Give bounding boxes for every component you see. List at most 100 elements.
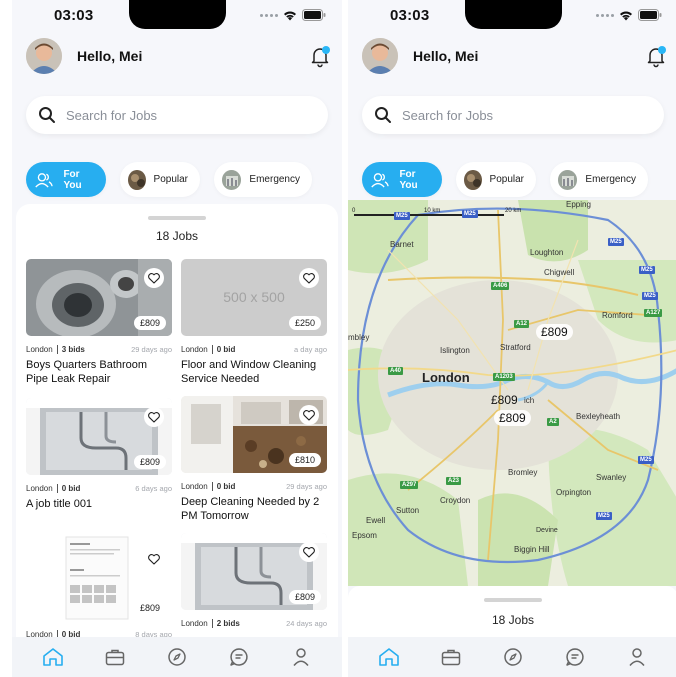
- favorite-heart-icon[interactable]: [299, 542, 319, 562]
- job-location: London: [26, 345, 53, 354]
- map-price-pin[interactable]: £809: [536, 324, 573, 340]
- status-bar: 03:03: [12, 0, 342, 30]
- briefcase-icon[interactable]: [439, 645, 463, 669]
- sheet-handle[interactable]: [148, 216, 206, 220]
- compass-icon[interactable]: [501, 645, 525, 669]
- jobs-map[interactable]: 0 10 km 20 km Epping Barnet Loughton Chi…: [348, 200, 676, 586]
- job-price: £250: [288, 316, 321, 330]
- search-bar[interactable]: [26, 96, 328, 134]
- chip-for-you[interactable]: For You: [26, 162, 106, 197]
- job-meta: London 0 bid 29 days ago: [181, 482, 327, 491]
- place-label: Loughton: [530, 248, 564, 257]
- chip-emergency[interactable]: Emergency: [214, 162, 312, 197]
- road-tag: M25: [608, 238, 624, 246]
- road-tag: M25: [596, 512, 612, 520]
- place-label: Sutton: [396, 506, 420, 515]
- search-input[interactable]: [66, 96, 316, 134]
- placeholder-text: 500 x 500: [223, 289, 285, 305]
- status-time: 03:03: [54, 7, 94, 24]
- job-bids: 0 bid: [216, 345, 236, 354]
- emergency-thumbnail: [558, 169, 578, 190]
- chat-icon[interactable]: [563, 645, 587, 669]
- job-image-pipes: £809: [26, 398, 172, 475]
- map-scale-start: 0: [352, 208, 356, 214]
- sheet-handle[interactable]: [484, 598, 542, 602]
- job-posted-ago: 29 days ago: [131, 345, 172, 354]
- favorite-heart-icon[interactable]: [144, 549, 164, 569]
- avatar[interactable]: [26, 38, 62, 74]
- profile-icon[interactable]: [289, 645, 313, 669]
- job-price: £809: [139, 603, 160, 613]
- dynamic-island: [129, 0, 226, 29]
- bottom-tab-bar: [348, 637, 676, 677]
- job-card[interactable]: £809 London 0 bid 8 days ago: [26, 535, 172, 639]
- place-label: Ewell: [366, 516, 386, 525]
- jobs-sheet: 18 Jobs £809 London 3 bids 29 days ago Boy…: [16, 204, 338, 643]
- signal-icon: [260, 13, 278, 17]
- job-price: £810: [288, 453, 321, 467]
- favorite-heart-icon[interactable]: [299, 268, 319, 288]
- road-tag: A406: [491, 282, 510, 290]
- jobs-count: 18 Jobs: [491, 613, 535, 627]
- status-icons: [596, 9, 662, 21]
- filter-chips: For You Popular Emergency: [26, 162, 312, 197]
- job-location: London: [181, 482, 208, 491]
- chip-for-you[interactable]: For You: [362, 162, 442, 197]
- place-label: Bromley: [508, 468, 538, 477]
- status-time: 03:03: [390, 7, 430, 24]
- home-icon[interactable]: [41, 645, 65, 669]
- job-price: £809: [133, 455, 166, 469]
- place-label: Devine: [536, 527, 558, 534]
- header: Hello, Mei: [26, 36, 332, 76]
- list-view-screen: 03:03 Hello, Mei For You Popular: [12, 0, 342, 677]
- job-card[interactable]: 500 x 500 £250 London 0 bid a day ago Floo…: [181, 259, 327, 386]
- avatar[interactable]: [362, 38, 398, 74]
- filter-chips: For You Popular Emergency: [362, 162, 648, 197]
- road-tag: M25: [638, 456, 654, 464]
- favorite-heart-icon[interactable]: [144, 407, 164, 427]
- map-price-pin[interactable]: £809: [486, 392, 523, 408]
- road-tag: M25: [642, 292, 658, 300]
- job-card[interactable]: £809 London 0 bid 6 days ago A job title 0…: [26, 398, 172, 511]
- job-bids: 0 bid: [216, 482, 236, 491]
- road-tag: A127: [644, 309, 663, 317]
- profile-icon[interactable]: [625, 645, 649, 669]
- briefcase-icon[interactable]: [103, 645, 127, 669]
- chip-label: Popular: [153, 174, 188, 185]
- chip-emergency[interactable]: Emergency: [550, 162, 648, 197]
- place-label: ich: [524, 396, 535, 405]
- favorite-heart-icon[interactable]: [299, 405, 319, 425]
- job-price: £809: [288, 590, 321, 604]
- road-tag: M25: [394, 212, 410, 220]
- bottom-tab-bar: [12, 637, 342, 677]
- search-bar[interactable]: [362, 96, 664, 134]
- notification-bell-icon[interactable]: [308, 44, 332, 68]
- home-icon[interactable]: [377, 645, 401, 669]
- chip-popular[interactable]: Popular: [120, 162, 200, 197]
- search-input[interactable]: [402, 96, 652, 134]
- job-card[interactable]: £809 London 3 bids 29 days ago Boys Quarte…: [26, 259, 172, 386]
- job-bids: 3 bids: [61, 345, 85, 354]
- job-title: Deep Cleaning Needed by 2 PM Tomorrow: [181, 496, 320, 522]
- map-jobs-sheet[interactable]: 18 Jobs: [348, 586, 676, 637]
- chat-icon[interactable]: [227, 645, 251, 669]
- job-location: London: [181, 345, 208, 354]
- job-image-pipes: £809: [181, 533, 327, 610]
- chip-popular[interactable]: Popular: [456, 162, 536, 197]
- popular-thumbnail: [464, 169, 482, 190]
- job-meta: London 3 bids 29 days ago: [26, 345, 172, 354]
- jobs-count: 18 Jobs: [155, 229, 199, 243]
- place-label: mbley: [348, 333, 370, 342]
- map-scale-end: 20 km: [505, 208, 522, 214]
- compass-icon[interactable]: [165, 645, 189, 669]
- job-card[interactable]: £810 London 0 bid 29 days ago Deep Cleanin…: [181, 396, 327, 523]
- job-bids: 0 bid: [61, 484, 81, 493]
- battery-icon: [302, 9, 326, 21]
- map-price-pin[interactable]: £809: [494, 410, 531, 426]
- status-icons: [260, 9, 326, 21]
- place-label: Barnet: [390, 240, 414, 249]
- job-card[interactable]: £809 London 2 bids 24 days ago: [181, 533, 327, 628]
- notification-bell-icon[interactable]: [644, 44, 668, 68]
- favorite-heart-icon[interactable]: [144, 268, 164, 288]
- chip-label: Popular: [489, 174, 524, 185]
